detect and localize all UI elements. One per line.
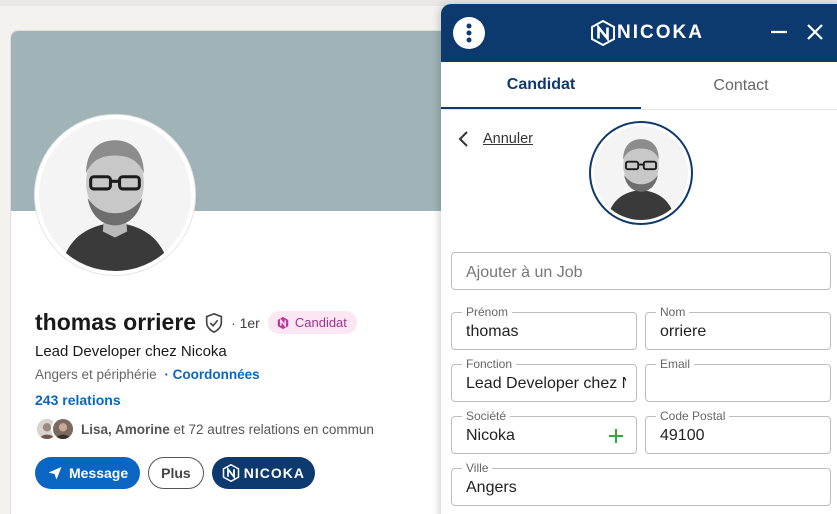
profile-location: Angers et périphérie [35, 367, 157, 382]
profile-name: thomas orriere [35, 309, 197, 335]
name-row: thomas orriere · 1er Candidat [35, 309, 357, 336]
connection-degree: · 1er [231, 314, 260, 331]
chevron-left-icon [458, 131, 468, 147]
fonction-label: Fonction [462, 357, 517, 371]
profile-card: thomas orriere · 1er Candidat Lead Devel… [10, 30, 470, 514]
verified-shield-icon[interactable] [203, 312, 225, 334]
message-button-label: Message [69, 465, 129, 481]
code-postal-value: 49100 [660, 427, 705, 444]
societe-value: Nicoka [466, 427, 515, 444]
prenom-label: Prénom [462, 305, 513, 319]
add-to-job-placeholder: Ajouter à un Job [466, 264, 583, 281]
cancel-label: Annuler [483, 131, 533, 147]
minimize-icon[interactable] [768, 21, 790, 43]
mutual-names: Lisa, Amorine [81, 421, 170, 437]
nom-field[interactable]: Nom orriere [645, 305, 831, 350]
screen: thomas orriere · 1er Candidat Lead Devel… [0, 0, 837, 514]
nicoka-logo-icon [591, 20, 615, 46]
ville-field[interactable]: Ville Angers [451, 461, 831, 506]
panel-tabs: Candidat Contact [441, 62, 837, 110]
fonction-field[interactable]: Fonction Lead Developer chez Nicoka [451, 357, 637, 402]
relations-link[interactable]: 243 relations [35, 392, 121, 408]
brand-logo: NICOKA [591, 20, 704, 46]
candidate-avatar [589, 121, 693, 225]
person-photo [39, 119, 191, 271]
tab-candidat[interactable]: Candidat [441, 62, 641, 109]
coordinates-link[interactable]: · Coordonnées [164, 367, 259, 382]
send-icon [48, 467, 62, 480]
menu-button[interactable] [453, 17, 485, 49]
email-field[interactable]: Email [645, 357, 831, 402]
message-button[interactable]: Message [35, 457, 141, 489]
ville-value: Angers [466, 479, 517, 496]
societe-field[interactable]: Société Nicoka [451, 409, 637, 454]
code-postal-field[interactable]: Code Postal 49100 [645, 409, 831, 454]
profile-avatar[interactable] [35, 115, 195, 275]
ville-label: Ville [462, 461, 493, 475]
kebab-menu-icon [466, 23, 472, 43]
more-button[interactable]: Plus [148, 457, 204, 489]
profile-headline: Lead Developer chez Nicoka [35, 343, 227, 360]
mutual-connections[interactable]: Lisa, Amorine et 72 autres relations en … [35, 417, 374, 441]
societe-label: Société [462, 409, 511, 423]
prenom-field[interactable]: Prénom thomas [451, 305, 637, 350]
mutual-avatar-amorine [51, 417, 75, 441]
add-to-job-select[interactable]: Ajouter à un Job [451, 252, 831, 290]
nom-label: Nom [656, 305, 690, 319]
code-postal-label: Code Postal [656, 409, 730, 423]
mutual-rest: et 72 autres relations en commun [169, 421, 374, 437]
candidat-badge-label: Candidat [294, 315, 347, 330]
add-company-plus-icon[interactable] [608, 428, 624, 444]
person-photo [594, 126, 688, 220]
tab-contact[interactable]: Contact [641, 62, 837, 109]
profile-actions: Message Plus NICOKA [35, 457, 315, 489]
nicoka-button[interactable]: NICOKA [211, 457, 315, 489]
prenom-value: thomas [466, 323, 519, 340]
fonction-value: Lead Developer chez Nicoka [466, 375, 626, 392]
nicoka-logo-icon [222, 464, 239, 482]
nom-value: orriere [660, 323, 707, 340]
close-icon[interactable] [804, 21, 826, 43]
location-row: Angers et périphérie · Coordonnées [35, 367, 260, 382]
nicoka-button-label: NICOKA [243, 465, 305, 481]
cancel-link[interactable]: Annuler [457, 130, 533, 148]
panel-header: NICOKA [441, 4, 837, 62]
email-label: Email [656, 357, 695, 371]
brand-name: NICOKA [617, 22, 704, 43]
hexagon-n-icon [277, 316, 289, 329]
mutual-text: Lisa, Amorine et 72 autres relations en … [81, 422, 374, 437]
candidat-badge[interactable]: Candidat [267, 311, 357, 334]
nicoka-panel: NICOKA Candidat Contact Annuler Ajouter … [441, 4, 837, 514]
